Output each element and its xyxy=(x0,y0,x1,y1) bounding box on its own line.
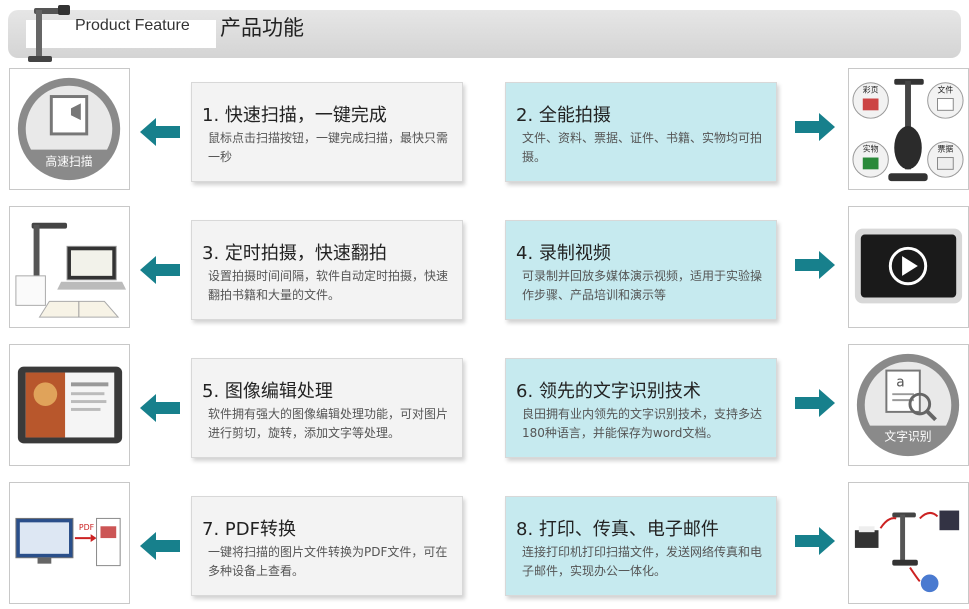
header-title-zh: 产品功能 xyxy=(220,16,304,40)
all-capture-thumbnail: 彩页 文件 实物 票据 xyxy=(848,68,969,190)
svg-text:a: a xyxy=(896,374,904,390)
timed-capture-thumbnail xyxy=(9,206,130,328)
arrow-right-icon xyxy=(795,250,835,280)
feature-card-1: 1. 快速扫描，一键完成 鼠标点击扫描按钮，一键完成扫描，最快只需一秒 xyxy=(191,82,463,182)
svg-text:文件: 文件 xyxy=(938,85,954,95)
feature-title: 4. 录制视频 xyxy=(516,243,611,264)
feature-title: 6. 领先的文字识别技术 xyxy=(516,381,701,402)
feature-card-6: 6. 领先的文字识别技术 良田拥有业内领先的文字识别技术，支持多达180种语言，… xyxy=(505,358,777,458)
image-edit-thumbnail xyxy=(9,344,130,466)
feature-description: 设置拍摄时间间隔，软件自动定时拍摄，快速翻拍书籍和大量的文件。 xyxy=(208,269,449,302)
feature-title: 3. 定时拍摄，快速翻拍 xyxy=(202,243,387,264)
arrow-right-icon xyxy=(795,388,835,418)
print-fax-email-thumbnail xyxy=(848,482,969,604)
feature-title: 7. PDF转换 xyxy=(202,519,296,540)
feature-card-3: 3. 定时拍摄，快速翻拍 设置拍摄时间间隔，软件自动定时拍摄，快速翻拍书籍和大量… xyxy=(191,220,463,320)
ocr-thumbnail: a 文字识别 xyxy=(848,344,969,466)
document-camera-icon xyxy=(24,2,74,64)
feature-title: 8. 打印、传真、电子邮件 xyxy=(516,519,719,540)
arrow-right-icon xyxy=(795,112,835,142)
feature-card-4: 4. 录制视频 可录制并回放多媒体演示视频，适用于实验操作步骤、产品培训和演示等 xyxy=(505,220,777,320)
feature-title: 5. 图像编辑处理 xyxy=(202,381,333,402)
feature-card-5: 5. 图像编辑处理 软件拥有强大的图像编辑处理功能，可对图片进行剪切，旋转，添加… xyxy=(191,358,463,458)
ocr-label: 文字识别 xyxy=(884,429,931,443)
video-record-thumbnail xyxy=(848,206,969,328)
arrow-left-icon xyxy=(140,393,180,423)
arrow-left-icon xyxy=(140,531,180,561)
header-title-en: Product Feature xyxy=(75,17,190,34)
feature-card-7: 7. PDF转换 一键将扫描的图片文件转换为PDF文件，可在多种设备上查看。 xyxy=(191,496,463,596)
feature-description: 文件、资料、票据、证件、书籍、实物均可拍摄。 xyxy=(522,131,763,164)
pdf-label: PDF xyxy=(79,523,95,532)
arrow-left-icon xyxy=(140,117,180,147)
arrow-left-icon xyxy=(140,255,180,285)
feature-title: 1. 快速扫描，一键完成 xyxy=(202,105,387,126)
fast-scan-thumbnail: 高速扫描 xyxy=(9,68,130,190)
fast-scan-label: 高速扫描 xyxy=(45,154,92,168)
feature-title: 2. 全能拍摄 xyxy=(516,105,611,126)
feature-description: 连接打印机打印扫描文件，发送网络传真和电子邮件，实现办公一体化。 xyxy=(522,545,763,578)
feature-card-2: 2. 全能拍摄 文件、资料、票据、证件、书籍、实物均可拍摄。 xyxy=(505,82,777,182)
feature-card-8: 8. 打印、传真、电子邮件 连接打印机打印扫描文件，发送网络传真和电子邮件，实现… xyxy=(505,496,777,596)
pdf-convert-thumbnail: PDF xyxy=(9,482,130,604)
svg-text:票据: 票据 xyxy=(938,144,954,154)
feature-description: 鼠标点击扫描按钮，一键完成扫描，最快只需一秒 xyxy=(208,131,449,164)
feature-description: 良田拥有业内领先的文字识别技术，支持多达180种语言，并能保存为word文档。 xyxy=(522,407,763,440)
feature-description: 软件拥有强大的图像编辑处理功能，可对图片进行剪切，旋转，添加文字等处理。 xyxy=(208,407,449,440)
feature-description: 一键将扫描的图片文件转换为PDF文件，可在多种设备上查看。 xyxy=(208,545,448,578)
arrow-right-icon xyxy=(795,526,835,556)
feature-description: 可录制并回放多媒体演示视频，适用于实验操作步骤、产品培训和演示等 xyxy=(522,269,763,302)
svg-text:实物: 实物 xyxy=(863,144,879,154)
svg-text:彩页: 彩页 xyxy=(863,85,879,95)
